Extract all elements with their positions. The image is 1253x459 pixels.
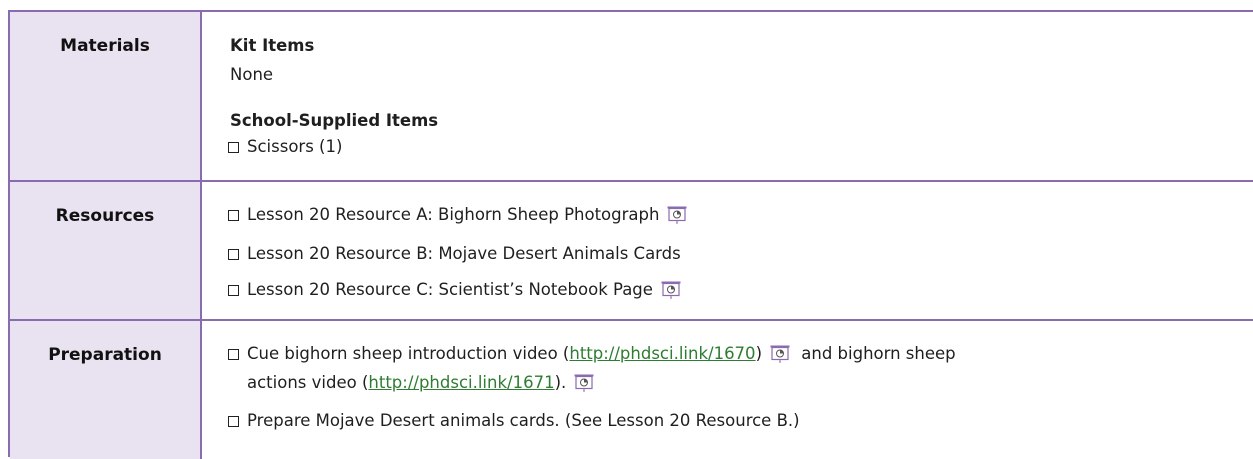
resource-item: Lesson 20 Resource B: Mojave Desert Anim… (228, 244, 681, 263)
resources-label: Resources (55, 206, 155, 226)
school-item: Scissors (1) (228, 137, 342, 156)
kit-items-value: None (230, 65, 274, 84)
materials-label: Materials (60, 36, 150, 56)
checkbox[interactable] (228, 349, 239, 360)
school-items-heading: School-Supplied Items (230, 111, 439, 130)
resources-label-cell: Resources (10, 182, 202, 319)
preparation-item-continued: actions video (http://phdsci.link/1671). (247, 373, 594, 392)
preparation-item: Prepare Mojave Desert animals cards. (Se… (228, 411, 800, 430)
materials-label-cell: Materials (10, 12, 202, 180)
projector-screen-icon (661, 281, 681, 299)
checkbox[interactable] (228, 210, 239, 221)
preparation-label: Preparation (48, 345, 162, 365)
intro-video-link[interactable]: http://phdsci.link/1670 (569, 344, 755, 363)
checkbox[interactable] (228, 249, 239, 260)
kit-items-heading: Kit Items (230, 36, 315, 55)
preparation-row: Preparation Cue bighorn sheep introducti… (10, 321, 1253, 459)
materials-row: Materials Kit Items None School-Supplied… (10, 12, 1253, 182)
resource-item: Lesson 20 Resource C: Scientist’s Notebo… (228, 280, 681, 299)
projector-screen-icon (770, 345, 790, 363)
resource-item: Lesson 20 Resource A: Bighorn Sheep Phot… (228, 205, 687, 224)
checkbox[interactable] (228, 416, 239, 427)
checkbox[interactable] (228, 285, 239, 296)
resources-row: Resources Lesson 20 Resource A: Bighorn … (10, 182, 1253, 321)
materials-table: Materials Kit Items None School-Supplied… (8, 10, 1253, 459)
preparation-label-cell: Preparation (10, 321, 202, 459)
projector-screen-icon (574, 374, 594, 392)
projector-screen-icon (667, 206, 687, 224)
actions-video-link[interactable]: http://phdsci.link/1671 (368, 373, 554, 392)
preparation-item: Cue bighorn sheep introduction video (ht… (228, 344, 956, 363)
checkbox[interactable] (228, 142, 239, 153)
